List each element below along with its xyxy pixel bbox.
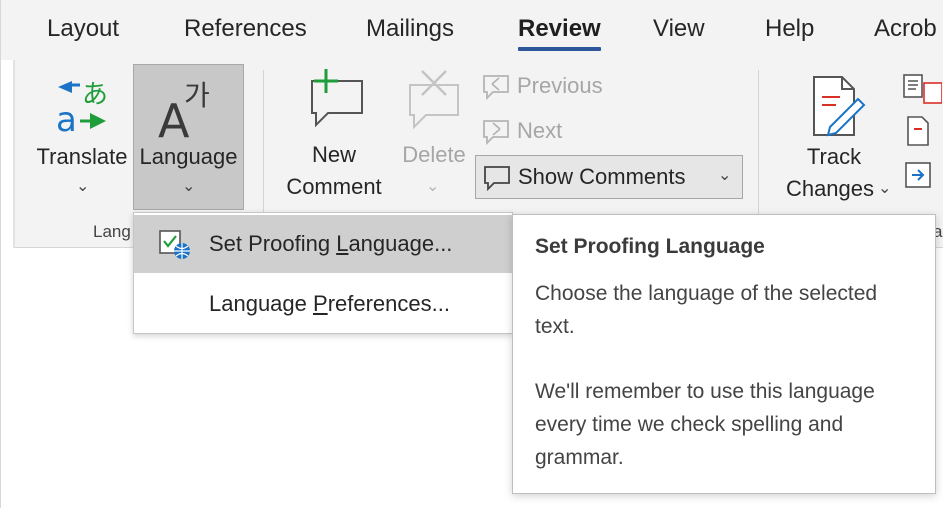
new-comment-icon [311,69,363,128]
tab-view[interactable]: View [653,14,705,44]
show-comments-dropdown-chevron: ⌄ [718,167,732,184]
translate-dropdown-chevron: ⌄ [76,178,90,195]
tooltip-title: Set Proofing Language [535,235,765,258]
group-separator [758,70,759,216]
show-comments-label: Show Comments [518,164,686,189]
svg-text:a: a [56,100,77,135]
tab-references[interactable]: References [184,14,307,44]
tab-acrobat[interactable]: Acrob [874,14,937,44]
track-changes-label-line2: Changes [785,176,875,201]
word-window: Layout References Mailings Review View H… [0,0,943,508]
group-separator [263,70,264,216]
proofing-language-icon [159,230,190,259]
previous-comment-button[interactable]: Previous [479,66,629,106]
previous-label: Previous [517,73,603,98]
tab-layout[interactable]: Layout [47,14,119,44]
translate-icon: a あ [56,80,108,135]
tooltip-detail: We'll remember to use this language ever… [535,380,875,469]
menu-item-set-proofing-language[interactable]: Set Proofing Language... [134,215,512,273]
next-label: Next [517,118,563,143]
reviewing-pane-icon [903,74,942,104]
language-label: Language [139,144,238,169]
svg-text:가: 가 [184,79,210,112]
language-group-label: Lang [93,222,131,241]
delete-comment-button[interactable]: Delete ⌄ [395,66,471,206]
previous-comment-icon [483,75,509,100]
language-dropdown-menu: Set Proofing Language... Language Prefer… [133,212,513,334]
new-comment-label-line1: New [311,142,356,167]
delete-label: Delete [402,142,466,167]
display-for-review-button[interactable] [899,112,943,148]
tab-review[interactable]: Review [518,14,601,44]
set-proofing-language-tooltip: Set Proofing Language Choose the languag… [512,214,936,494]
svg-text:あ: あ [82,80,108,110]
show-markup-icon [905,162,931,188]
tooltip-description: Choose the language of the selected text… [535,282,878,338]
language-dropdown-chevron: ⌄ [182,178,196,195]
track-changes-icon [813,76,866,137]
show-comments-button[interactable]: Show Comments ⌄ [475,155,743,199]
reviewing-pane-button[interactable] [899,70,943,106]
track-changes-label-line1: Track [806,144,862,169]
language-icon: A 가 [158,79,210,143]
tab-mailings[interactable]: Mailings [366,14,454,44]
show-markup-button[interactable] [899,156,943,192]
ribbon-tab-strip: Layout References Mailings Review View H… [1,0,943,60]
next-comment-icon [483,120,509,145]
set-proofing-language-label: Set Proofing Language... [209,231,453,256]
new-comment-label-line2: Comment [286,174,382,199]
translate-label: Translate [36,144,128,169]
document-markup-icon [907,116,929,146]
delete-dropdown-chevron: ⌄ [426,178,440,195]
language-button[interactable]: A 가 Language ⌄ [133,64,244,210]
new-comment-button[interactable]: New Comment [277,66,391,206]
translate-button[interactable]: a あ Translate ⌄ [33,66,131,206]
active-tab-indicator [518,47,601,51]
tab-help[interactable]: Help [765,14,814,44]
track-changes-button[interactable]: Track Changes ⌄ [773,66,893,206]
track-changes-dropdown-chevron: ⌄ [878,180,892,197]
show-comments-icon [484,166,510,192]
ribbon-left-edge [13,60,15,248]
language-preferences-label: Language Preferences... [209,291,450,316]
menu-item-language-preferences[interactable]: Language Preferences... [134,275,512,333]
delete-comment-icon [409,70,459,130]
next-comment-button[interactable]: Next [479,111,589,151]
